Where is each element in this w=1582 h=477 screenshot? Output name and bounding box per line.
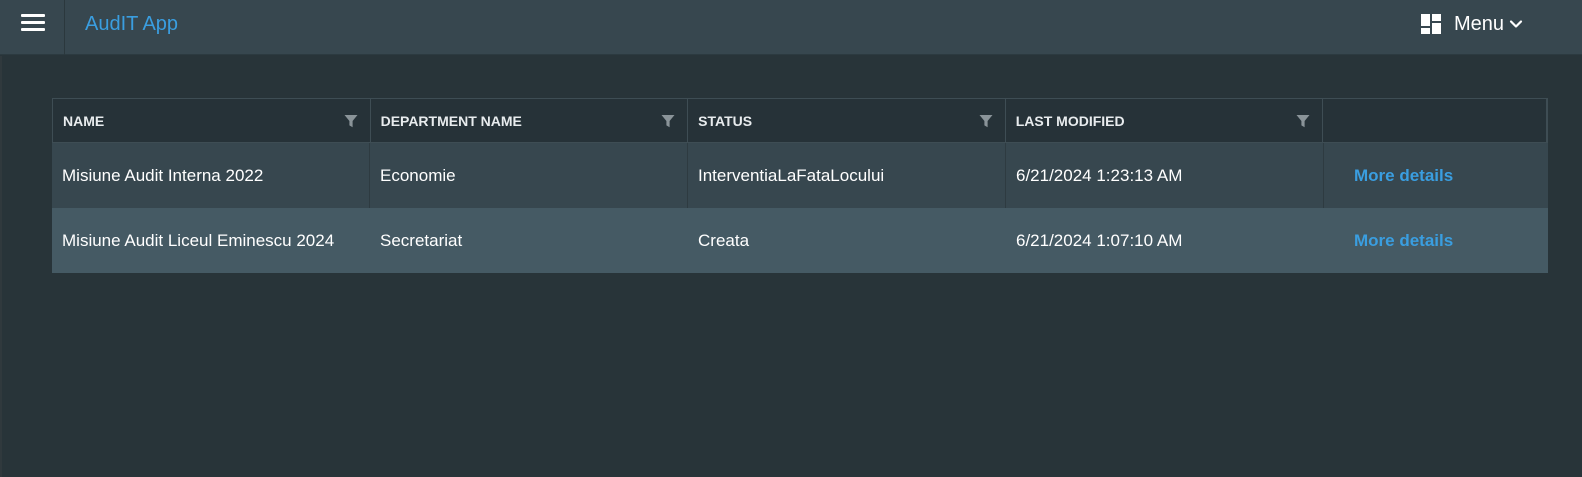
cell-last-modified: 6/21/2024 1:07:10 AM: [1016, 230, 1183, 250]
filter-icon[interactable]: [979, 114, 993, 128]
column-header-name[interactable]: NAME: [53, 99, 371, 142]
hamburger-icon[interactable]: [0, 0, 65, 55]
filter-icon[interactable]: [1296, 114, 1310, 128]
more-details-link[interactable]: More details: [1354, 166, 1453, 186]
more-details-link[interactable]: More details: [1354, 231, 1453, 251]
cell-last-modified: 6/21/2024 1:23:13 AM: [1006, 143, 1324, 208]
cell-department: Secretariat: [380, 230, 463, 250]
column-header-label: NAME: [63, 112, 105, 129]
dashboard-grid-icon: [1421, 14, 1441, 34]
table-header-row: NAME DEPARTMENT NAME STATUS LAST MODIFIE…: [52, 98, 1548, 143]
cell-name: Misiune Audit Liceul Eminescu 2024: [62, 230, 335, 250]
top-bar: AudIT App Menu: [0, 0, 1582, 55]
column-header-department-name[interactable]: DEPARTMENT NAME: [371, 99, 689, 142]
audit-missions-table: NAME DEPARTMENT NAME STATUS LAST MODIFIE…: [52, 98, 1548, 273]
cell-status: Creata: [698, 230, 750, 250]
chevron-down-icon: [1509, 20, 1523, 28]
filter-icon[interactable]: [661, 114, 675, 128]
column-header-label: DEPARTMENT NAME: [380, 112, 522, 129]
table-row[interactable]: Misiune Audit Interna 2022 Economie Inte…: [52, 143, 1548, 208]
hamburger-line: [21, 28, 45, 31]
column-header-status[interactable]: STATUS: [688, 99, 1006, 142]
hamburger-line: [21, 14, 45, 17]
column-header-label: STATUS: [698, 112, 753, 129]
column-header-last-modified[interactable]: LAST MODIFIED: [1006, 99, 1324, 142]
cell-actions: More details: [1324, 208, 1548, 273]
hamburger-line: [21, 21, 45, 24]
menu-label: Menu: [1454, 12, 1505, 35]
column-header-actions: [1323, 99, 1548, 142]
filter-icon[interactable]: [344, 114, 358, 128]
cell-department: Economie: [370, 143, 688, 208]
cell-name: Misiune Audit Interna 2022: [52, 143, 370, 208]
menu-button[interactable]: Menu: [1421, 11, 1523, 37]
column-header-label: LAST MODIFIED: [1015, 112, 1125, 129]
app-title[interactable]: AudIT App: [85, 13, 178, 36]
cell-actions: More details: [1324, 143, 1548, 208]
left-edge-divider: [0, 56, 2, 477]
table-row[interactable]: Misiune Audit Liceul Eminescu 2024 Secre…: [52, 208, 1548, 273]
cell-status: InterventiaLaFataLocului: [688, 143, 1006, 208]
